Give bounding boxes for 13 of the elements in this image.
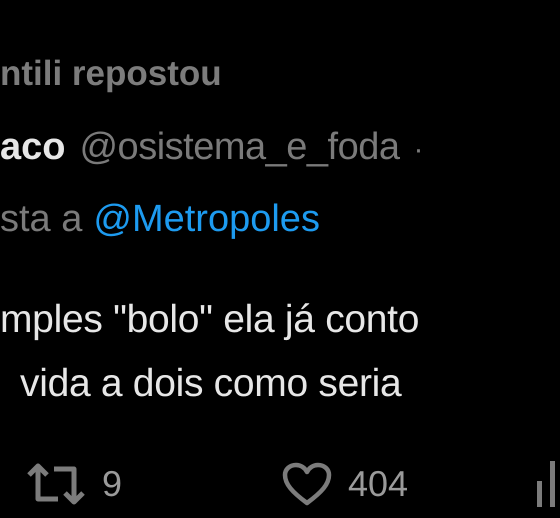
mention-link[interactable]: @Metropoles xyxy=(93,198,320,241)
repost-icon[interactable] xyxy=(26,463,86,505)
reply-label: sta a xyxy=(0,198,82,241)
post-text: vida a dois como seria xyxy=(19,361,403,407)
bar-chart-icon[interactable] xyxy=(535,461,557,507)
separator-dot: · xyxy=(413,133,424,167)
repost-count: 9 xyxy=(102,463,122,505)
post-text: mples "bolo" ela já conto xyxy=(0,297,420,343)
repost-label: ntili repostou xyxy=(0,53,223,95)
heart-icon[interactable] xyxy=(282,462,332,506)
like-count: 404 xyxy=(348,463,408,505)
author-name: aco xyxy=(0,126,66,169)
author-handle: @osistema_e_foda xyxy=(79,126,400,169)
